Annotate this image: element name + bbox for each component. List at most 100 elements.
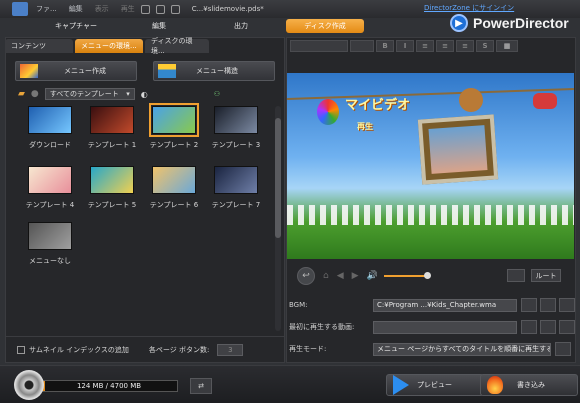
chevron-down-icon: ▾	[126, 90, 130, 98]
disc-capacity-text: 124 MB / 4700 MB	[76, 382, 142, 390]
template-scrollbar[interactable]	[275, 106, 281, 331]
template-item[interactable]: ダウンロード	[22, 106, 78, 150]
teddy-bear-image	[459, 88, 483, 112]
align-left-icon[interactable]: ≡	[416, 40, 434, 52]
menu-preview[interactable]: マイビデオ 再生	[287, 73, 574, 259]
template-item[interactable]: テンプレート 6	[146, 166, 202, 210]
preview-play-button[interactable]: 再生	[357, 121, 373, 132]
tab-output[interactable]: 出力	[205, 19, 277, 33]
template-label: メニューなし	[29, 257, 71, 265]
menu-options-bar: サムネイル インデックスの追加 各ページ ボタン数: 3	[5, 336, 285, 362]
buttons-per-page-label: 各ページ ボタン数:	[148, 345, 210, 354]
template-label: ダウンロード	[29, 141, 71, 149]
sub-tabs: コンテンツ メニューの環境... ディスクの環境...	[5, 37, 209, 55]
template-item[interactable]: テンプレート 2	[146, 103, 202, 150]
template-item[interactable]: テンプレート 5	[84, 166, 140, 210]
font-size-select[interactable]	[350, 40, 374, 52]
tab-capture[interactable]: キャプチャー	[30, 19, 122, 33]
bgm-effect-icon[interactable]	[559, 298, 575, 312]
buttons-per-page-select[interactable]: 3	[217, 343, 244, 356]
settings-icon[interactable]	[170, 4, 180, 14]
template-filter-row: ▰ ● すべてのテンプレート ▾ ◐ ⚇	[18, 88, 220, 100]
template-item[interactable]: テンプレート 3	[208, 106, 264, 150]
folder-icon[interactable]: ▰	[18, 89, 25, 99]
template-label: テンプレート 6	[149, 201, 199, 209]
first-play-field[interactable]	[373, 320, 517, 334]
template-filter-select[interactable]: すべてのテンプレート ▾	[44, 88, 135, 100]
volume-slider[interactable]	[383, 272, 431, 279]
text-shadow-icon[interactable]: S	[476, 40, 494, 52]
template-thumbnail	[152, 166, 196, 194]
menu-file[interactable]: ファ...	[36, 4, 57, 14]
file-title: C...¥slidemovie.pds*	[191, 5, 264, 13]
disc-icon	[14, 370, 44, 400]
menu-edit[interactable]: 編集	[69, 4, 83, 14]
subtab-disc-settings[interactable]: ディスクの環境...	[145, 37, 209, 55]
template-thumbnail	[214, 106, 258, 134]
play-mode-row: 再生モード: メニュー ページからすべてのタイトルを順番に再生する	[289, 342, 571, 356]
template-item[interactable]: テンプレート 7	[208, 166, 264, 210]
powerdirector-logo-icon: ▶	[450, 14, 468, 32]
bgm-settings-icon[interactable]	[540, 298, 556, 312]
first-play-remove-icon[interactable]	[540, 320, 556, 334]
tab-edit[interactable]: 編集	[122, 19, 196, 33]
photo-frame[interactable]	[417, 114, 499, 185]
swap-icon[interactable]: ⇄	[190, 378, 212, 394]
grid-layout-icon[interactable]: ▦	[496, 40, 518, 52]
play-mode-field[interactable]: メニュー ページからすべてのタイトルを順番に再生する	[373, 342, 551, 356]
play-icon	[393, 375, 409, 395]
directorzone-signin-link[interactable]: DirectorZone にサインイン	[424, 3, 514, 13]
template-item[interactable]: テンプレート 1	[84, 106, 140, 150]
app-logo-icon	[12, 2, 28, 16]
bottom-bar: 124 MB / 4700 MB ⇄ プレビュー 書き込み	[0, 365, 580, 403]
subtab-content[interactable]: コンテンツ	[5, 39, 73, 53]
template-item[interactable]: メニューなし	[22, 222, 78, 266]
create-menu-button[interactable]: メニュー作成	[15, 61, 137, 81]
subtab-menu-settings[interactable]: メニューの環境...	[75, 39, 143, 53]
volume-icon[interactable]: 🔊	[367, 271, 378, 281]
menu-structure-button[interactable]: メニュー構造	[153, 61, 275, 81]
bold-icon[interactable]: B	[376, 40, 394, 52]
align-right-icon[interactable]: ≡	[456, 40, 474, 52]
bgm-field[interactable]: C:¥Program ...¥Kids_Chapter.wma	[373, 298, 517, 312]
network-icon[interactable]: ⚇	[214, 90, 220, 98]
burn-button[interactable]: 書き込み	[480, 374, 578, 396]
create-menu-label: メニュー作成	[64, 67, 106, 75]
route-button[interactable]: ルート	[531, 269, 561, 282]
volume-knob[interactable]	[423, 272, 431, 279]
template-label: テンプレート 7	[211, 201, 261, 209]
first-play-add-icon[interactable]	[521, 320, 537, 334]
template-item[interactable]: テンプレート 4	[22, 166, 78, 210]
download-icon[interactable]: ◐	[141, 90, 148, 99]
thumbnail-index-checkbox[interactable]	[17, 345, 25, 354]
user-icon[interactable]: ●	[31, 89, 39, 99]
font-select[interactable]	[290, 40, 348, 52]
fence-image	[287, 205, 574, 225]
italic-icon[interactable]: I	[396, 40, 414, 52]
menu-play[interactable]: 再生	[121, 4, 135, 14]
template-thumbnail	[90, 106, 134, 134]
thumbnail-index-label: サムネイル インデックスの追加	[29, 345, 129, 354]
first-play-preview-icon[interactable]	[559, 320, 575, 334]
redo-icon[interactable]	[155, 4, 165, 14]
back-icon[interactable]: ↩	[297, 267, 315, 285]
prev-icon[interactable]: ◀	[337, 271, 344, 281]
play-mode-settings-icon[interactable]	[555, 342, 571, 356]
preview-button[interactable]: プレビュー	[386, 374, 484, 396]
first-play-label: 最初に再生する動画:	[289, 323, 355, 331]
align-center-icon[interactable]: ≡	[436, 40, 454, 52]
home-icon[interactable]: ⌂	[323, 271, 329, 281]
menu-view[interactable]: 表示	[95, 4, 109, 14]
preview-title[interactable]: マイビデオ	[345, 94, 410, 113]
display-icon[interactable]	[507, 269, 525, 282]
tab-disc-create[interactable]: ディスク作成	[286, 19, 364, 33]
scrollbar-thumb[interactable]	[275, 118, 281, 238]
template-thumbnail	[214, 166, 258, 194]
brand-name: PowerDirector	[473, 15, 569, 31]
undo-icon[interactable]	[140, 4, 150, 14]
text-format-toolbar: B I ≡ ≡ ≡ S ▦	[290, 40, 518, 52]
template-thumbnail	[90, 166, 134, 194]
template-label: テンプレート 5	[87, 201, 137, 209]
next-icon[interactable]: ▶	[352, 271, 359, 281]
bgm-add-icon[interactable]	[521, 298, 537, 312]
